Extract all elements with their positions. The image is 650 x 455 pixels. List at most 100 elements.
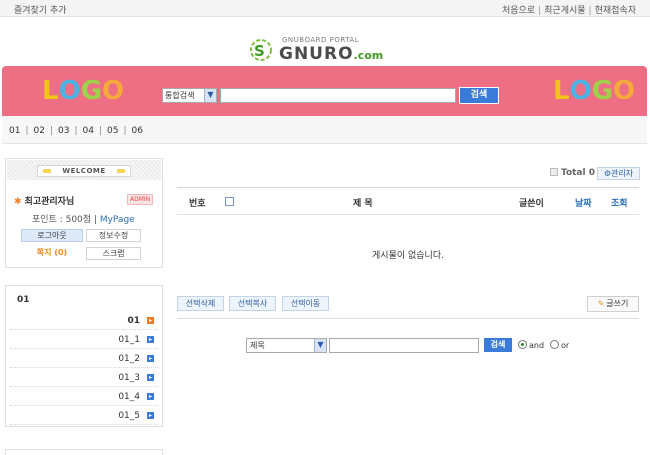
edit-info-button[interactable]: 정보수정 xyxy=(86,229,141,242)
category-item[interactable]: 01_4 ▸ xyxy=(10,387,158,406)
logo-letter: L xyxy=(553,76,570,106)
welcome-pill: WELCOME xyxy=(37,165,131,177)
search-field-value: 제목 xyxy=(250,341,265,350)
logo-left[interactable]: LOGO xyxy=(42,76,124,106)
menu-item-05[interactable]: 05 xyxy=(107,126,118,136)
logo-letter: G xyxy=(591,76,614,106)
main-menu: 01 | 02 | 03 | 04 | 05 | 06 xyxy=(2,116,647,144)
delete-selected-button[interactable]: 선택삭제 xyxy=(177,296,224,311)
radio-or[interactable]: or xyxy=(550,340,569,350)
site-brand[interactable]: S GNUBOARD PORTAL GNURO.com xyxy=(248,33,408,65)
admin-button[interactable]: ⚙관리자 xyxy=(597,167,640,180)
chevron-down-icon: ▼ xyxy=(314,339,326,352)
user-name: 최고관리자님 xyxy=(24,197,75,207)
radio-checked-icon xyxy=(518,340,527,349)
copy-selected-button[interactable]: 선택복사 xyxy=(229,296,276,311)
move-selected-button[interactable]: 선택이동 xyxy=(282,296,329,311)
home-link[interactable]: 처음으로 xyxy=(502,6,535,16)
menu-item-01[interactable]: 01 xyxy=(9,126,20,136)
separator: | xyxy=(588,6,592,16)
board-actions: 선택삭제 선택복사 선택이동 ✎ 글쓰기 xyxy=(177,295,639,319)
separator: | xyxy=(25,126,29,136)
chevron-right-icon: ▸ xyxy=(147,336,154,343)
separator: | xyxy=(538,6,542,16)
board-search-input[interactable] xyxy=(329,338,479,353)
column-subject: 제 목 xyxy=(353,199,373,209)
point-row: 포인트 : 500점 | MyPage xyxy=(32,215,135,225)
category-label: 01 xyxy=(127,316,140,326)
column-hit-sort[interactable]: 조회 xyxy=(611,196,628,209)
decor-dot xyxy=(117,169,125,173)
write-button[interactable]: ✎ 글쓰기 xyxy=(587,296,639,312)
next-box-top xyxy=(5,449,163,455)
mypage-link[interactable]: MyPage xyxy=(100,215,135,225)
radio-and[interactable]: and xyxy=(518,340,544,350)
scrap-button[interactable]: 스크랩 xyxy=(86,247,141,260)
recent-posts-link[interactable]: 최근게시물 xyxy=(544,6,585,16)
category-item[interactable]: 01 ▸ xyxy=(10,311,158,330)
logo-right[interactable]: LOGO xyxy=(553,76,635,106)
logo-letter: O xyxy=(58,76,81,106)
brand-name-text: GNURO xyxy=(279,44,354,64)
gear-icon: ⚙ xyxy=(603,169,612,178)
separator: | xyxy=(98,126,102,136)
logo-letter: O xyxy=(613,76,636,106)
empty-message: 게시물이 없습니다. xyxy=(372,251,444,261)
category-item[interactable]: 01_2 ▸ xyxy=(10,349,158,368)
memo-link[interactable]: 쪽지 (0) xyxy=(21,247,83,260)
svg-text:S: S xyxy=(254,42,265,60)
site-header: LOGO 통합검색 ▼ 검색 LOGO xyxy=(2,66,647,116)
add-favorites-link[interactable]: 즐겨찾기 추가 xyxy=(14,3,67,16)
search-scope-select[interactable]: 통합검색 ▼ xyxy=(162,88,217,103)
menu-item-04[interactable]: 04 xyxy=(83,126,94,136)
menu-items: 01 | 02 | 03 | 04 | 05 | 06 xyxy=(9,126,143,136)
chevron-right-icon: ▸ xyxy=(147,317,154,324)
board-search: 제목 ▼ 검색 and or xyxy=(246,337,606,355)
category-box: 01 01 ▸ 01_1 ▸ 01_2 ▸ 01_3 ▸ 01_4 ▸ 01_5 ▸ xyxy=(5,285,163,427)
brand-suffix: .com xyxy=(353,49,384,62)
category-list: 01 ▸ 01_1 ▸ 01_2 ▸ 01_3 ▸ 01_4 ▸ 01_5 ▸ xyxy=(10,311,158,425)
admin-badge[interactable]: ADMIN xyxy=(127,194,154,205)
logout-button[interactable]: 로그아웃 xyxy=(21,229,83,242)
select-all-checkbox[interactable] xyxy=(225,197,234,206)
rss-icon xyxy=(550,168,558,176)
chevron-down-icon: ▼ xyxy=(204,89,216,102)
column-date-sort[interactable]: 날짜 xyxy=(575,196,592,209)
pencil-icon: ✎ xyxy=(597,299,605,308)
category-label: 01_1 xyxy=(118,335,140,345)
search-scope-value: 통합검색 xyxy=(165,91,195,100)
radio-unchecked-icon xyxy=(550,340,559,349)
login-box: WELCOME ✱ 최고관리자님 ADMIN 포인트 : 500점 | MyPag… xyxy=(5,158,163,268)
category-label: 01_3 xyxy=(118,373,140,383)
board-search-button[interactable]: 검색 xyxy=(483,337,513,353)
separator: | xyxy=(74,126,78,136)
current-users-link[interactable]: 현재접속자 xyxy=(595,6,636,16)
radio-and-label: and xyxy=(529,341,545,350)
write-button-label: 글쓰기 xyxy=(606,299,629,308)
category-item[interactable]: 01_5 ▸ xyxy=(10,406,158,425)
category-item[interactable]: 01_1 ▸ xyxy=(10,330,158,349)
separator: | xyxy=(123,126,127,136)
star-icon: ✱ xyxy=(14,197,22,207)
column-writer: 글쓴이 xyxy=(519,199,544,209)
menu-item-03[interactable]: 03 xyxy=(58,126,69,136)
category-item[interactable]: 01_3 ▸ xyxy=(10,368,158,387)
search-input[interactable] xyxy=(220,88,456,103)
admin-button-label: 관리자 xyxy=(611,169,634,178)
category-label: 01_5 xyxy=(118,411,140,421)
point-label[interactable]: 포인트 : 500점 xyxy=(32,215,91,225)
menu-item-06[interactable]: 06 xyxy=(132,126,143,136)
category-title: 01 xyxy=(17,295,30,305)
menu-item-02[interactable]: 02 xyxy=(34,126,45,136)
total-count: Total 0 xyxy=(550,168,596,178)
top-links: 처음으로 | 최근게시물 | 현재접속자 xyxy=(502,3,636,16)
radio-or-label: or xyxy=(561,341,570,350)
search-button[interactable]: 검색 xyxy=(459,87,499,104)
gnuro-logo-icon: S xyxy=(250,39,272,61)
chevron-right-icon: ▸ xyxy=(147,355,154,362)
chevron-right-icon: ▸ xyxy=(147,393,154,400)
column-number: 번호 xyxy=(189,199,206,209)
total-count-text: Total 0 xyxy=(561,168,595,178)
search-field-select[interactable]: 제목 ▼ xyxy=(246,338,327,353)
logo-letter: G xyxy=(80,76,103,106)
